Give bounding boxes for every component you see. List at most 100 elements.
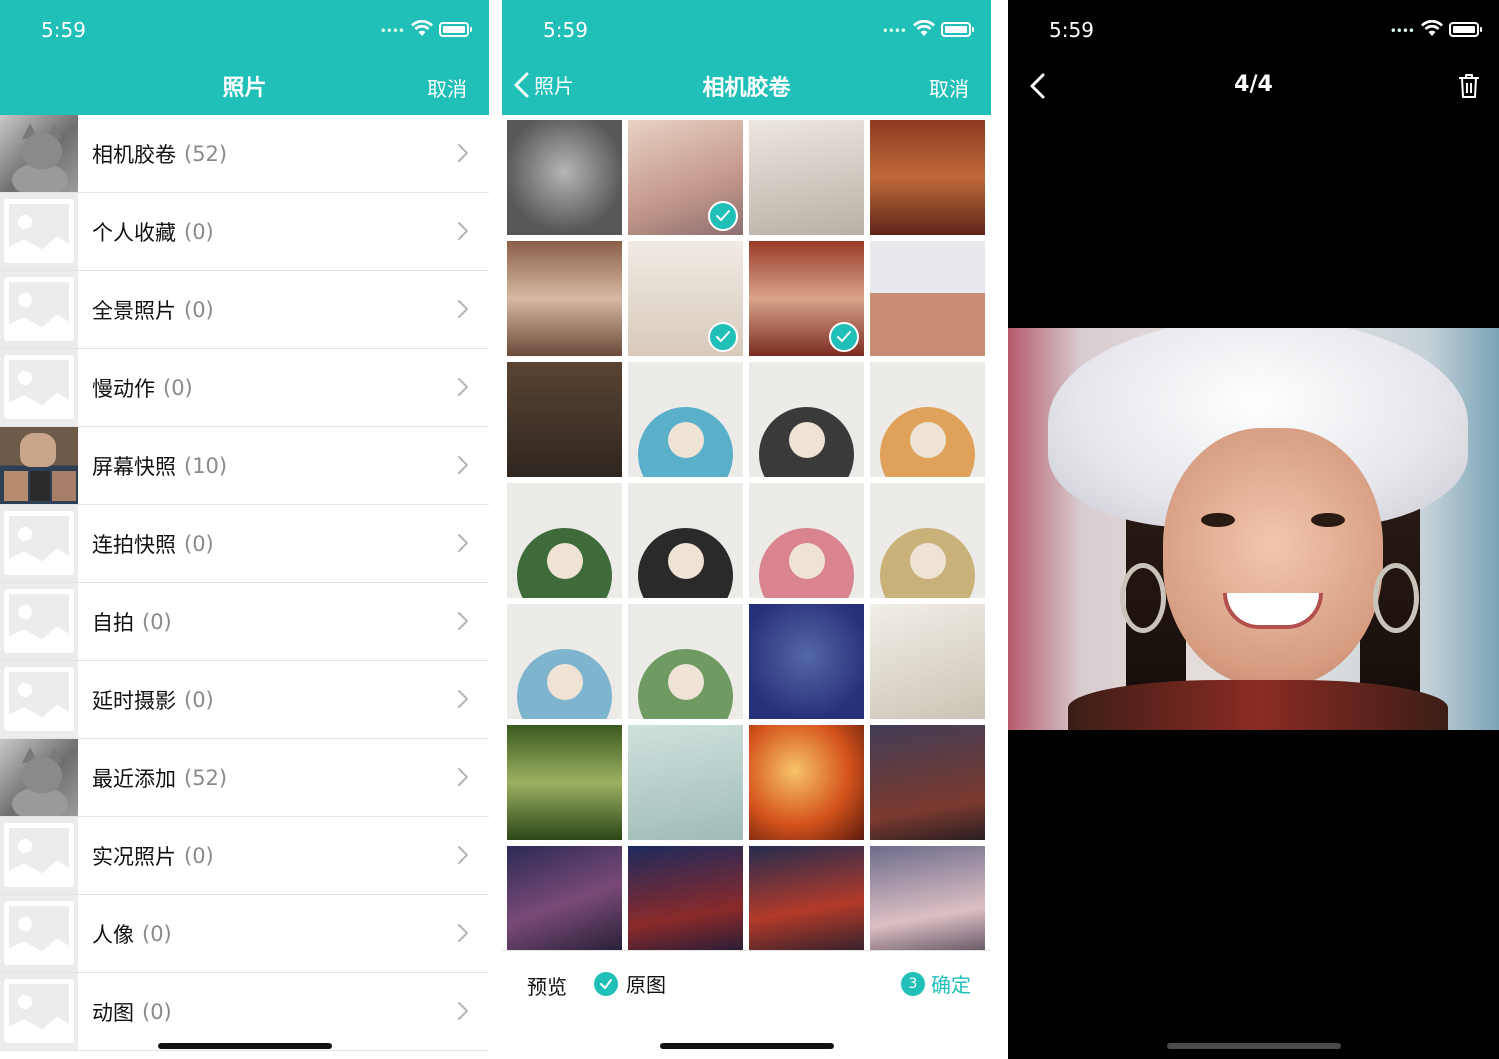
album-thumbnail — [0, 583, 78, 660]
selected-check-icon[interactable] — [708, 201, 738, 231]
album-thumbnail — [0, 505, 78, 582]
album-row[interactable]: 延时摄影 (0) — [0, 661, 489, 739]
home-indicator — [1166, 1043, 1341, 1049]
photo-thumbnail[interactable] — [628, 604, 743, 719]
page-title: 照片 — [222, 76, 267, 101]
viewer-photo[interactable] — [1008, 328, 1499, 730]
album-count: (0) — [142, 999, 172, 1024]
album-row[interactable]: 实况照片 (0) — [0, 817, 489, 895]
photo-detail — [1223, 593, 1323, 629]
album-name: 连拍快照 — [92, 532, 176, 557]
album-row[interactable]: 人像 (0) — [0, 895, 489, 973]
album-name: 慢动作 — [92, 376, 155, 401]
confirm-button[interactable]: 3 确定 — [901, 969, 971, 998]
album-row[interactable]: 全景照片 (0) — [0, 271, 489, 349]
album-list: 相机胶卷 (52) 个人收藏 (0) 全景照片 (0) 慢动作 (0) 屏幕快照 (10) 连拍快照… — [0, 115, 489, 1051]
chevron-right-icon — [458, 690, 468, 708]
photo-thumbnail[interactable] — [507, 604, 622, 719]
album-thumbnail — [0, 895, 78, 972]
wifi-icon — [1421, 20, 1443, 36]
chevron-right-icon — [458, 768, 468, 786]
photo-thumbnail[interactable] — [507, 120, 622, 235]
photo-thumbnail[interactable] — [507, 362, 622, 477]
album-thumbnail — [0, 739, 78, 816]
photo-thumbnail[interactable] — [749, 725, 864, 840]
chevron-right-icon — [458, 924, 468, 942]
signal-icon: •••• — [1389, 24, 1415, 38]
photo-thumbnail[interactable] — [628, 483, 743, 598]
photo-thumbnail[interactable] — [870, 725, 985, 840]
album-thumbnail — [0, 817, 78, 894]
selected-count-badge: 3 — [901, 971, 925, 996]
status-time: 5:59 — [41, 18, 86, 42]
trash-icon[interactable] — [1457, 72, 1481, 100]
photo-thumbnail[interactable] — [749, 604, 864, 719]
album-row[interactable]: 个人收藏 (0) — [0, 193, 489, 271]
status-bar: 5:59 •••• — [0, 0, 489, 60]
photo-thumbnail[interactable] — [870, 120, 985, 235]
album-list-screen: 5:59 •••• 照片 取消 相机胶卷 (52) 个人收藏 (0) 全景照片 (0) 慢动… — [0, 0, 489, 1059]
photo-art — [547, 543, 583, 579]
photo-detail — [1201, 513, 1235, 527]
album-row[interactable]: 自拍 (0) — [0, 583, 489, 661]
album-row[interactable]: 最近添加 (52) — [0, 739, 489, 817]
album-row[interactable]: 相机胶卷 (52) — [0, 115, 489, 193]
photo-thumbnail[interactable] — [749, 362, 864, 477]
photo-thumbnail[interactable] — [749, 846, 864, 950]
album-row[interactable]: 慢动作 (0) — [0, 349, 489, 427]
album-count: (0) — [184, 843, 214, 868]
photo-thumbnail[interactable] — [507, 725, 622, 840]
album-thumbnail — [0, 349, 78, 426]
home-indicator — [157, 1043, 332, 1049]
photo-thumbnail[interactable] — [870, 483, 985, 598]
photo-art — [668, 543, 704, 579]
album-count: (0) — [184, 219, 214, 244]
cancel-button[interactable]: 取消 — [929, 73, 969, 102]
album-count: (0) — [142, 609, 172, 634]
photo-detail — [1311, 513, 1345, 527]
status-time: 5:59 — [1049, 18, 1094, 42]
album-thumbnail — [0, 661, 78, 738]
photo-art — [910, 422, 946, 458]
album-row[interactable]: 动图 (0) — [0, 973, 489, 1051]
status-bar: 5:59 •••• — [1008, 0, 1499, 60]
photo-thumbnail[interactable] — [870, 362, 985, 477]
battery-icon — [439, 22, 472, 37]
photo-viewer-screen: 5:59 •••• 4/4 — [1008, 0, 1499, 1059]
photo-thumbnail[interactable] — [749, 120, 864, 235]
original-toggle[interactable]: 原图 — [594, 969, 666, 998]
cancel-button[interactable]: 取消 — [427, 73, 467, 102]
home-indicator — [659, 1043, 834, 1049]
chevron-right-icon — [458, 456, 468, 474]
album-name: 屏幕快照 — [92, 454, 176, 479]
photo-thumbnail[interactable] — [628, 241, 743, 356]
photo-thumbnail[interactable] — [628, 846, 743, 950]
photo-thumbnail[interactable] — [628, 362, 743, 477]
photo-thumbnail[interactable] — [507, 241, 622, 356]
preview-button[interactable]: 预览 — [527, 971, 567, 1000]
album-name: 动图 — [92, 1000, 134, 1025]
album-name: 人像 — [92, 922, 134, 947]
photo-thumbnail[interactable] — [870, 604, 985, 719]
chevron-right-icon — [458, 144, 468, 162]
photo-thumbnail[interactable] — [628, 120, 743, 235]
album-row[interactable]: 连拍快照 (0) — [0, 505, 489, 583]
chevron-right-icon — [458, 378, 468, 396]
album-count: (52) — [184, 141, 228, 166]
photo-thumbnail[interactable] — [749, 483, 864, 598]
photo-detail — [1163, 428, 1383, 688]
photo-thumbnail[interactable] — [870, 846, 985, 950]
photo-thumbnail[interactable] — [870, 241, 985, 356]
photo-grid — [507, 120, 987, 950]
selected-check-icon[interactable] — [708, 322, 738, 352]
photo-thumbnail[interactable] — [749, 241, 864, 356]
selected-check-icon[interactable] — [829, 322, 859, 352]
photo-art — [789, 543, 825, 579]
album-count: (0) — [142, 921, 172, 946]
album-row[interactable]: 屏幕快照 (10) — [0, 427, 489, 505]
photo-thumbnail[interactable] — [507, 483, 622, 598]
photo-thumbnail[interactable] — [507, 846, 622, 950]
album-count: (0) — [184, 297, 214, 322]
photo-thumbnail[interactable] — [628, 725, 743, 840]
photo-detail — [1068, 680, 1448, 730]
